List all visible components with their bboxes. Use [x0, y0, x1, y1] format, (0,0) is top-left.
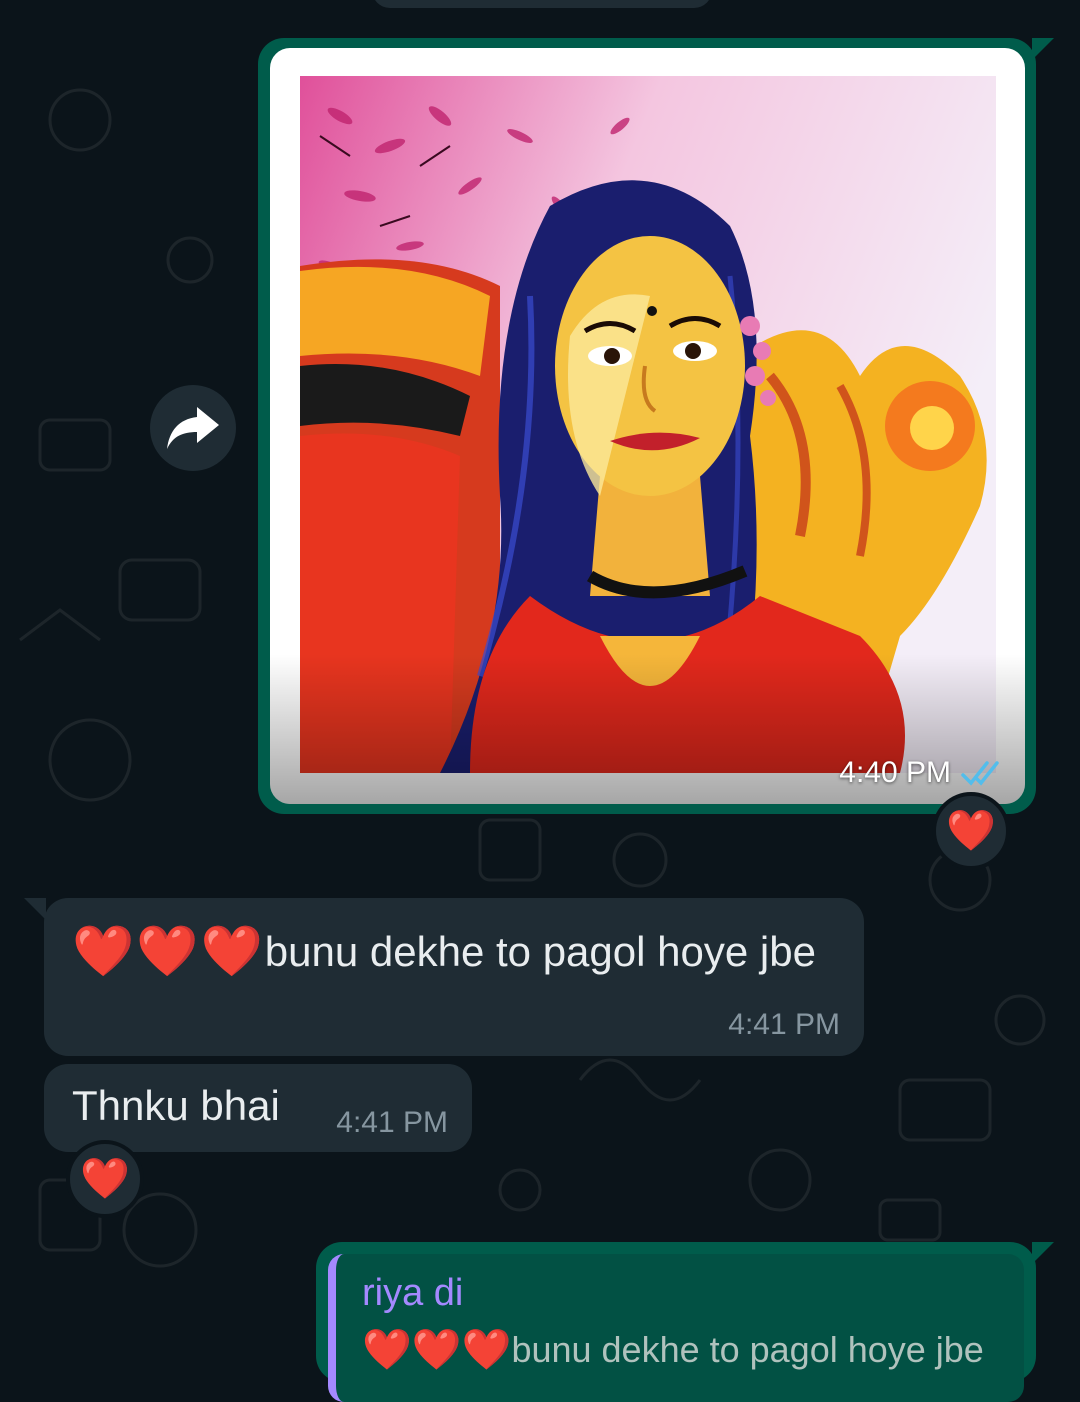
heart-reaction-icon: ❤️	[946, 809, 996, 853]
heart-emoji: ❤️	[72, 923, 135, 979]
image-attachment[interactable]: 4:40 PM	[270, 48, 1025, 804]
quote-author: riya di	[362, 1272, 464, 1314]
forward-arrow-icon	[167, 407, 219, 449]
incoming-message-1[interactable]: ❤️❤️❤️ bunu dekhe to pagol hoye jbe 4:41…	[24, 898, 864, 1056]
previous-message-bubble[interactable]	[372, 0, 712, 8]
message-time: 4:40 PM	[839, 756, 951, 789]
forward-button[interactable]	[150, 385, 236, 471]
message-body: Thnku bhai	[72, 1082, 280, 1129]
image-reaction-badge[interactable]: ❤️	[932, 792, 1010, 870]
message-2-reaction-badge[interactable]: ❤️	[66, 1140, 144, 1218]
outgoing-reply-message[interactable]: riya di ❤️ ❤️ ❤️ bunu dekhe to pagol hoye j…	[316, 1242, 1054, 1402]
image-meta: 4:40 PM	[839, 756, 1005, 790]
incoming-message-2[interactable]: Thnku bhai 4:41 PM	[44, 1064, 472, 1152]
heart-emojis: ❤️❤️❤️	[72, 922, 265, 981]
heart-emoji: ❤️	[136, 923, 199, 979]
message-time: 4:41 PM	[728, 1008, 840, 1041]
message-time: 4:41 PM	[336, 1106, 448, 1139]
message-body: bunu dekhe to pagol hoye jbe	[264, 927, 816, 975]
double-check-icon	[961, 761, 999, 786]
image-message-bubble[interactable]: 4:40 PM	[258, 38, 1054, 814]
quoted-message[interactable]: riya di ❤️ ❤️ ❤️ bunu dekhe to pagol hoye j…	[328, 1254, 1024, 1402]
heart-emoji: ❤️	[200, 923, 263, 979]
message-text-row: ❤️❤️❤️ bunu dekhe to pagol hoye jbe	[72, 922, 816, 981]
heart-reaction-icon: ❤️	[80, 1157, 130, 1201]
